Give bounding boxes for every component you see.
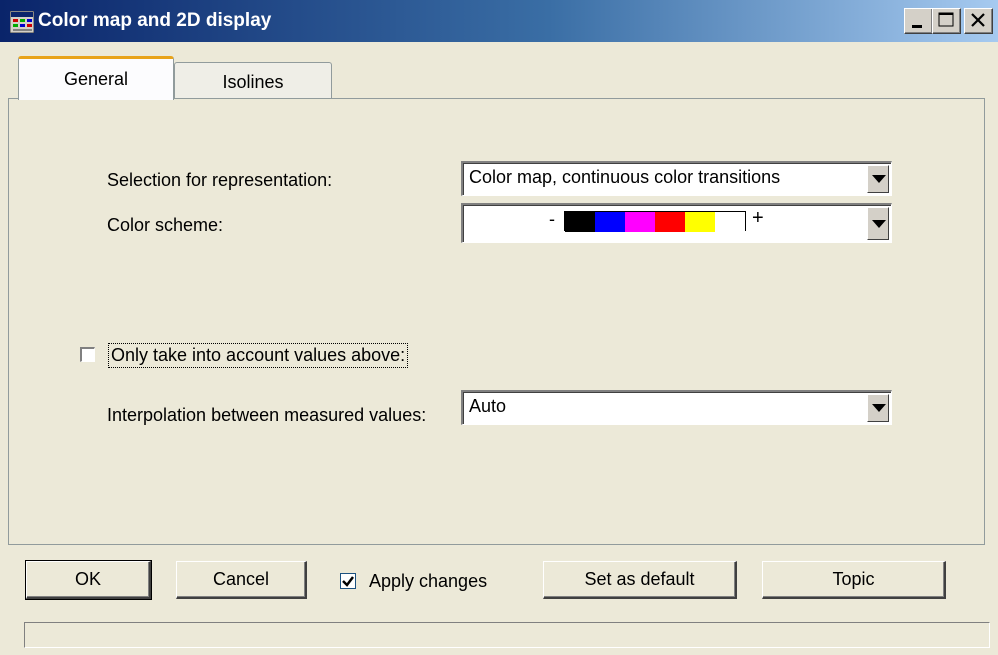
minimize-button[interactable] bbox=[904, 8, 933, 34]
app-icon bbox=[9, 10, 35, 34]
close-icon bbox=[971, 13, 985, 27]
interpolation-value: Auto bbox=[469, 396, 507, 416]
selection-label: Selection for representation: bbox=[107, 170, 333, 190]
interpolation-dropdown-button[interactable] bbox=[867, 394, 889, 422]
tab-general[interactable]: General bbox=[18, 56, 174, 100]
swatch-magenta bbox=[625, 212, 655, 232]
close-button[interactable] bbox=[964, 8, 993, 34]
topic-button[interactable]: Topic bbox=[762, 561, 946, 599]
tab-isolines[interactable]: Isolines bbox=[174, 62, 332, 100]
cancel-button[interactable]: Cancel bbox=[176, 561, 307, 599]
swatch-blue bbox=[595, 212, 625, 232]
swatch-black bbox=[565, 212, 595, 232]
color-scheme-label: Color scheme: bbox=[107, 215, 224, 235]
color-scheme-minus: - bbox=[549, 209, 555, 229]
only-values-above-checkbox[interactable] bbox=[80, 347, 95, 362]
status-bar bbox=[24, 622, 990, 648]
maximize-button[interactable] bbox=[932, 8, 961, 34]
window-title: Color map and 2D display bbox=[38, 10, 272, 31]
color-scheme-select[interactable]: - + bbox=[461, 203, 892, 243]
dropdown-arrow-icon bbox=[872, 175, 886, 183]
interpolation-label: Interpolation between measured values: bbox=[107, 405, 427, 425]
only-values-above-label[interactable]: Only take into account values above: bbox=[108, 343, 409, 368]
apply-changes-checkbox[interactable] bbox=[340, 573, 356, 589]
color-scheme-gradient bbox=[564, 211, 746, 232]
set-as-default-button[interactable]: Set as default bbox=[543, 561, 737, 599]
representation-select[interactable]: Color map, continuous color transitions bbox=[461, 161, 892, 196]
checkmark-icon bbox=[342, 576, 354, 587]
minimize-icon bbox=[912, 25, 922, 28]
apply-changes-label[interactable]: Apply changes bbox=[369, 571, 487, 592]
swatch-white bbox=[715, 212, 745, 232]
representation-dropdown-button[interactable] bbox=[867, 165, 889, 193]
dropdown-arrow-icon bbox=[872, 404, 886, 412]
swatch-red bbox=[655, 212, 685, 232]
color-scheme-dropdown-button[interactable] bbox=[867, 207, 889, 240]
swatch-yellow bbox=[685, 212, 715, 232]
title-bar[interactable]: Color map and 2D display bbox=[0, 0, 998, 42]
interpolation-select[interactable]: Auto bbox=[461, 390, 892, 425]
dropdown-arrow-icon bbox=[872, 219, 886, 228]
maximize-icon bbox=[938, 12, 954, 27]
representation-value: Color map, continuous color transitions bbox=[469, 167, 781, 187]
ok-button[interactable]: OK bbox=[25, 560, 152, 600]
color-scheme-plus: + bbox=[752, 207, 764, 229]
